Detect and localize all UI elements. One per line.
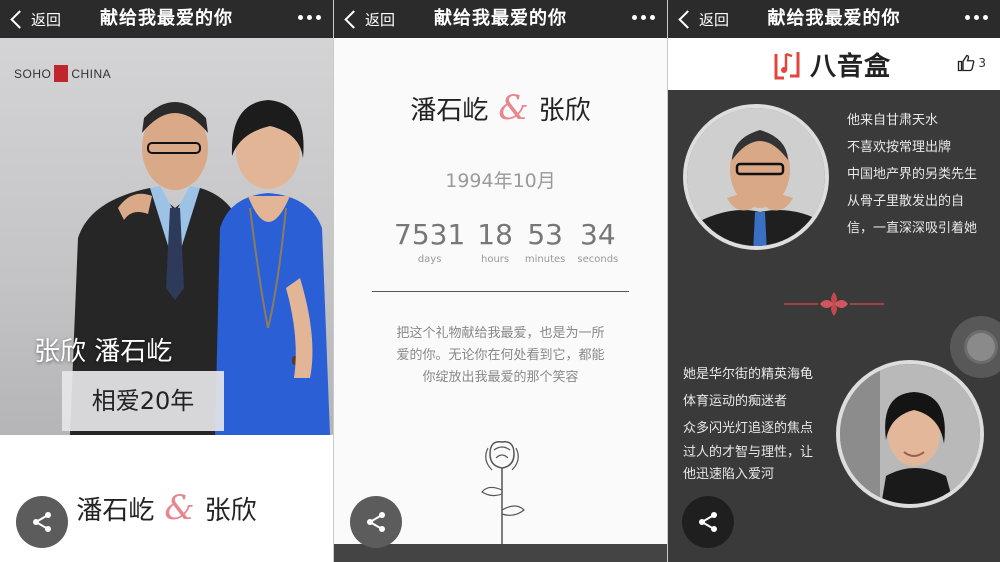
ampersand: &: [164, 488, 195, 528]
him-description: 他来自甘肃天水 不喜欢按常理出牌 中国地产界的另类先生 从骨子里散发出的自 信，…: [847, 113, 978, 236]
brand-logo: 八音盒: [772, 46, 891, 83]
share-button[interactable]: [16, 496, 68, 548]
like-count: 3: [978, 56, 986, 70]
countdown-minutes: 53 minutes: [524, 218, 566, 265]
name-right: 张欣: [538, 96, 591, 126]
brand-name: 八音盒: [810, 52, 892, 82]
screen-cover: 返回 献给我最爱的你 SOHO CHINA 张欣 潘石屹 相爱20年 潘石屹 &…: [0, 0, 333, 562]
top-nav-bar: 返回 献给我最爱的你: [334, 0, 667, 38]
name-left: 潘石屹: [410, 96, 489, 126]
start-date: 1994年10月: [445, 170, 556, 192]
share-icon: [699, 512, 717, 532]
dedication-message: 把这个礼物献给我最爱，也是为一所爱的你。无论你在何处看到它，都能你绽放出我最爱的…: [396, 326, 605, 385]
screen-story: 返回 献给我最爱的你 八音盒 3 他来自甘肃天水 不喜欢按常理出牌 中国地产界的…: [668, 0, 1000, 562]
photo-caption-names: 张欣 潘石屹: [34, 337, 173, 367]
screen-countdown: 返回 献给我最爱的你 潘石屹 & 张欣 1994年10月 7531 days 18 ho…: [334, 0, 667, 562]
like-button[interactable]: 3: [957, 54, 986, 72]
share-icon: [33, 512, 51, 532]
name-right: 张欣: [204, 496, 257, 526]
top-nav-bar: 返回 献给我最爱的你: [668, 0, 1000, 38]
page-title: 献给我最爱的你: [434, 8, 567, 29]
ornament-icon: [784, 292, 884, 316]
share-button[interactable]: [682, 496, 734, 548]
divider-line: [372, 291, 629, 292]
top-nav-bar: 返回 献给我最爱的你: [0, 0, 333, 38]
rose-icon: [481, 441, 525, 544]
countdown-days: 7531 days: [394, 218, 466, 265]
her-avatar: [836, 360, 984, 508]
more-dots-icon[interactable]: [965, 15, 988, 20]
more-dots-icon[interactable]: [298, 15, 321, 20]
page-title: 献给我最爱的你: [100, 8, 233, 29]
more-dots-icon[interactable]: [632, 15, 655, 20]
brand-header: 八音盒 3: [668, 38, 1000, 90]
thumbs-up-icon: [958, 54, 975, 72]
love-years-badge: 相爱20年: [62, 371, 224, 431]
page-title: 献给我最爱的你: [767, 8, 901, 29]
countdown-timer: 7531 days 18 hours 53 minutes 34 seconds: [394, 218, 630, 268]
him-avatar: [683, 104, 829, 250]
floating-assistive-button[interactable]: [950, 316, 1000, 378]
ampersand: &: [498, 88, 529, 128]
share-icon: [367, 512, 385, 532]
couple-names: 潘石屹 & 张欣: [334, 88, 667, 128]
countdown-hours: 18 hours: [477, 218, 513, 265]
couple-photo: SOHO CHINA 张欣 潘石屹 相爱20年: [0, 38, 333, 435]
music-box-icon: [774, 51, 800, 79]
share-button[interactable]: [350, 496, 402, 548]
countdown-seconds: 34 seconds: [577, 218, 619, 265]
name-left: 潘石屹: [76, 496, 155, 526]
her-description: 她是华尔街的精英海龟 体育运动的痴迷者 众多闪光灯追逐的焦点 过人的才智与理性，…: [683, 367, 814, 482]
